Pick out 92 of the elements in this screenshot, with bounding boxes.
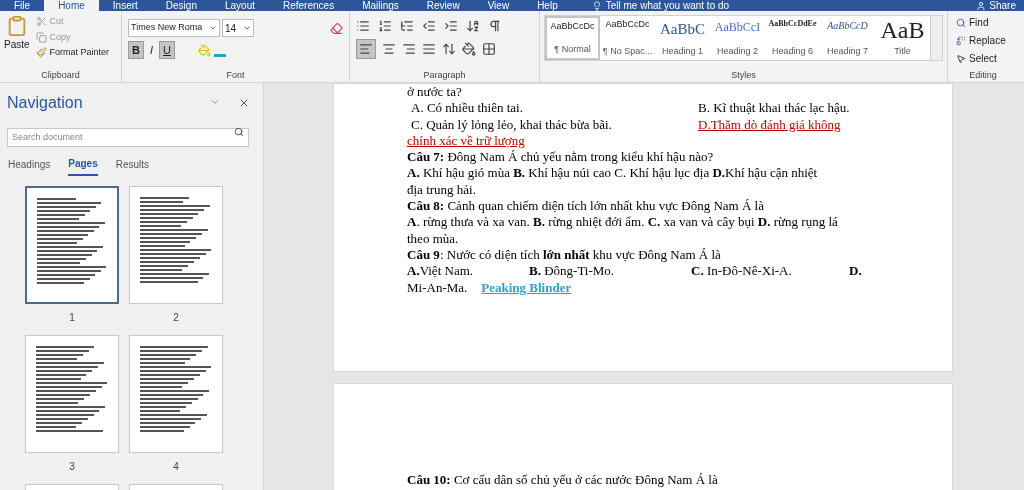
decrease-indent-icon[interactable] — [422, 19, 436, 33]
menu-tab[interactable]: Insert — [98, 0, 152, 11]
document-text: D. — [849, 263, 863, 280]
font-name-field[interactable]: Times New Roma — [128, 19, 220, 37]
group-label: Clipboard — [41, 68, 80, 82]
underline-button[interactable]: U — [159, 41, 175, 59]
paste-button[interactable]: Paste — [4, 15, 30, 69]
group-label: Font — [226, 68, 245, 82]
page-number: 2 — [173, 311, 179, 325]
search-icon — [956, 17, 966, 28]
menu-tab[interactable]: Layout — [210, 0, 269, 11]
page-thumbnail[interactable] — [25, 186, 119, 304]
style-item[interactable]: AaBbCcDc ¶ Normal — [545, 16, 600, 60]
line-spacing-icon[interactable] — [442, 42, 456, 56]
search-field[interactable]: Search document — [7, 127, 249, 147]
document-text: A. Có nhiều thiên tai. — [410, 100, 524, 117]
document-text: A. Khí hậu gió mùa B. Khí hậu núi cao C. Khí hậu lục địa D.Khí hậu cận nhiệt — [407, 165, 818, 182]
document-text: C. In-Đô-Nê-Xi-A. — [691, 263, 793, 280]
style-item[interactable]: AaBbC Heading 1 — [655, 16, 710, 60]
document-text: Mi-An-Ma. — [407, 279, 468, 296]
document-text: Câu 10: Cơ cấu dân số chủ yếu ở các nước Đông Nam Á là — [407, 472, 718, 489]
document-text: A.Việt Nam. — [407, 263, 474, 280]
menu-tab[interactable]: Review — [412, 0, 474, 11]
pane-title: Navigation — [7, 93, 83, 113]
document-text: Câu 9: Nước có diện tích lớn nhất khu vực Đông Nam Á là — [407, 246, 721, 264]
document-text: Câu 8: Cảnh quan chiếm diện tích lớn nhất khu vực Đông Nam Á là — [407, 198, 764, 215]
style-item[interactable]: AaBbCcDdEe Heading 6 — [765, 16, 820, 60]
replace-button[interactable]: Replace — [956, 33, 1010, 48]
style-item[interactable]: AaB Title — [875, 16, 930, 60]
style-item[interactable]: AaBbCcDc ¶ No Spac... — [600, 16, 655, 60]
menu-tab[interactable]: Help — [523, 0, 572, 11]
document-text: địa trung hải. — [407, 181, 476, 199]
shading-icon[interactable] — [462, 42, 476, 56]
sort-icon[interactable] — [466, 19, 480, 33]
align-left-button[interactable] — [356, 39, 376, 59]
menu-tab[interactable]: File — [0, 0, 45, 11]
document-text: theo mùa. — [407, 230, 459, 247]
group-label: Paragraph — [423, 68, 466, 82]
font-size-field[interactable]: 14 — [222, 19, 254, 37]
scissors-icon — [35, 16, 47, 28]
menu-tab[interactable]: Design — [151, 0, 211, 11]
share-button[interactable]: Share — [989, 0, 1016, 11]
menu-tab[interactable]: References — [269, 0, 349, 11]
pane-tab[interactable]: Headings — [8, 156, 51, 176]
document-text: B. Đông-Ti-Mo. — [529, 263, 616, 280]
clear-formatting-icon[interactable] — [330, 21, 343, 35]
numbering-icon[interactable] — [378, 19, 392, 33]
bullets-icon[interactable] — [356, 19, 370, 33]
increase-indent-icon[interactable] — [444, 19, 458, 33]
pane-tab[interactable]: Results — [115, 156, 150, 176]
format-painter-button[interactable]: Format Painter — [35, 46, 110, 60]
document-text: C. Quản lý lỏng lẻo, khai thác bừa bãi. — [410, 116, 613, 133]
cursor-icon — [956, 53, 966, 64]
tell-me-field[interactable]: Tell me what you want to do — [605, 0, 730, 11]
align-right-icon[interactable] — [402, 42, 416, 56]
group-label: Editing — [969, 68, 997, 82]
bold-button[interactable]: B — [128, 41, 144, 59]
pane-tab[interactable]: Pages — [68, 156, 98, 176]
document-text: B. Kĩ thuật khai thác lạc hậu. — [698, 100, 851, 117]
menu-tab[interactable]: View — [473, 0, 524, 11]
find-button[interactable]: Find — [956, 15, 1010, 30]
align-center-icon[interactable] — [382, 42, 396, 56]
pilcrow-icon[interactable] — [488, 19, 502, 33]
page-number: 3 — [69, 460, 75, 474]
document-text: chính xác về trữ lượng — [407, 132, 525, 150]
chevron-down-icon — [243, 24, 251, 32]
select-button[interactable]: Select — [956, 51, 1010, 66]
document-text: ở nước ta? — [407, 84, 462, 101]
justify-icon[interactable] — [422, 42, 436, 56]
borders-icon[interactable] — [482, 42, 496, 56]
style-item[interactable]: AaBbCcD Heading 7 — [820, 16, 875, 60]
page-thumbnail[interactable] — [129, 335, 223, 453]
page-number: 4 — [173, 460, 179, 474]
menu-tab[interactable]: Mailings — [348, 0, 413, 11]
page-thumbnail[interactable] — [129, 186, 223, 304]
search-icon[interactable] — [234, 127, 244, 137]
copy-icon — [35, 31, 47, 43]
group-label: Styles — [731, 68, 756, 82]
page-number: 1 — [69, 311, 75, 325]
replace-icon — [956, 35, 966, 46]
page-thumbnail[interactable] — [25, 335, 119, 453]
document-text: D.Thăm dò đánh giá không — [698, 116, 842, 133]
italic-button[interactable]: I — [146, 41, 156, 59]
style-item[interactable]: AaBbCcI Heading 2 — [710, 16, 765, 60]
document-text: Câu 7: Đông Nam Á chủ yếu nằm trong kiểu khí hậu nào? — [407, 149, 714, 166]
close-icon[interactable] — [238, 97, 250, 109]
multilevel-list-icon[interactable] — [400, 19, 414, 33]
align-left-icon — [359, 42, 373, 56]
chevron-down-icon — [209, 24, 217, 32]
paintbrush-icon — [35, 47, 47, 59]
document-text: A. rừng thưa và xa van. B. rừng nhiệt đới ẩm. C. xa van và cây bụi D. rừng rụng lá — [407, 214, 838, 231]
menu-tab[interactable]: Home — [44, 0, 99, 11]
